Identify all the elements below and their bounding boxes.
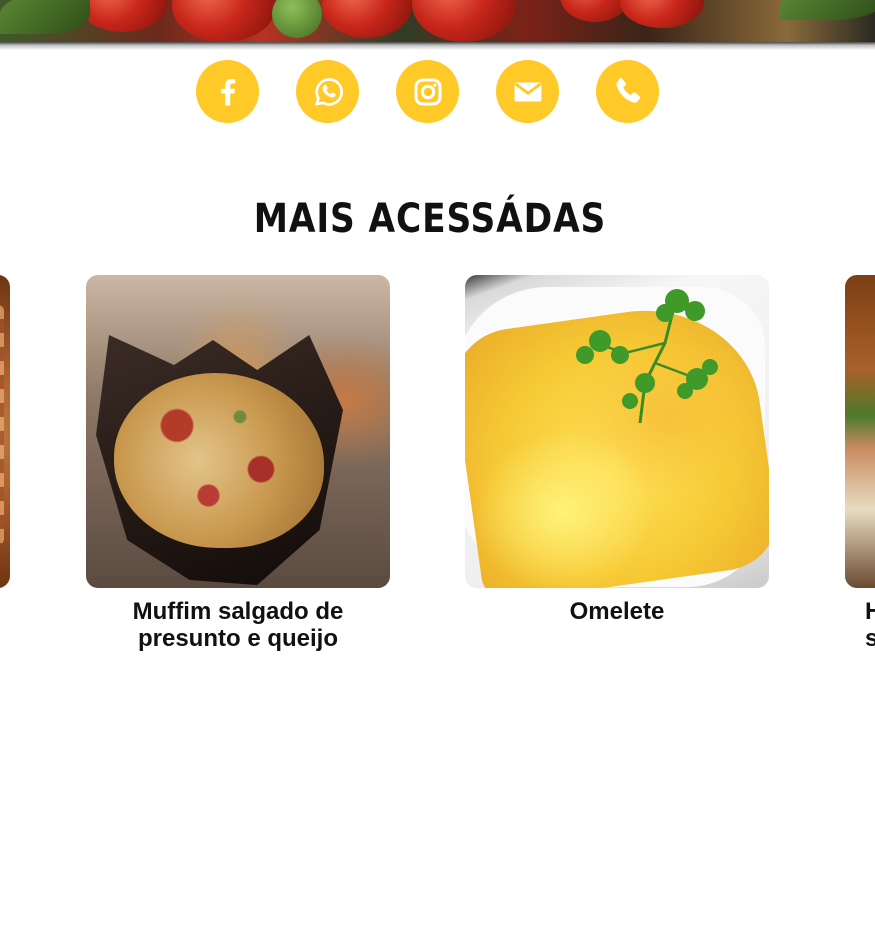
- recipe-card[interactable]: [0, 275, 10, 598]
- facebook-icon: [210, 74, 246, 110]
- recipe-caption[interactable]: H s: [845, 598, 875, 652]
- email-button[interactable]: [496, 60, 559, 123]
- recipe-card[interactable]: Omelete: [465, 275, 769, 625]
- recipe-carousel[interactable]: Muffim salgado de presunto e queijo Omel…: [0, 275, 875, 675]
- recipe-photo[interactable]: [845, 275, 875, 588]
- recipe-card[interactable]: Muffim salgado de presunto e queijo: [86, 275, 390, 652]
- recipe-caption[interactable]: Muffim salgado de presunto e queijo: [86, 598, 390, 652]
- recipe-caption[interactable]: Omelete: [465, 598, 769, 625]
- facebook-button[interactable]: [196, 60, 259, 123]
- email-icon: [509, 73, 547, 111]
- recipe-photo[interactable]: [465, 275, 769, 588]
- hero-shadow: [0, 42, 875, 50]
- recipe-photo[interactable]: [86, 275, 390, 588]
- whatsapp-button[interactable]: [296, 60, 359, 123]
- section-title: MAIS ACESSÁDAS: [253, 196, 607, 242]
- whatsapp-icon: [310, 74, 346, 110]
- instagram-button[interactable]: [396, 60, 459, 123]
- page: MAIS ACESSÁDAS Muffim salgado de presunt…: [0, 0, 875, 952]
- phone-button[interactable]: [596, 60, 659, 123]
- phone-icon: [609, 73, 647, 111]
- instagram-icon: [410, 74, 446, 110]
- recipe-photo[interactable]: [0, 275, 10, 588]
- recipe-card[interactable]: H s: [845, 275, 875, 652]
- hero-image: [0, 0, 875, 42]
- social-links: [196, 60, 659, 123]
